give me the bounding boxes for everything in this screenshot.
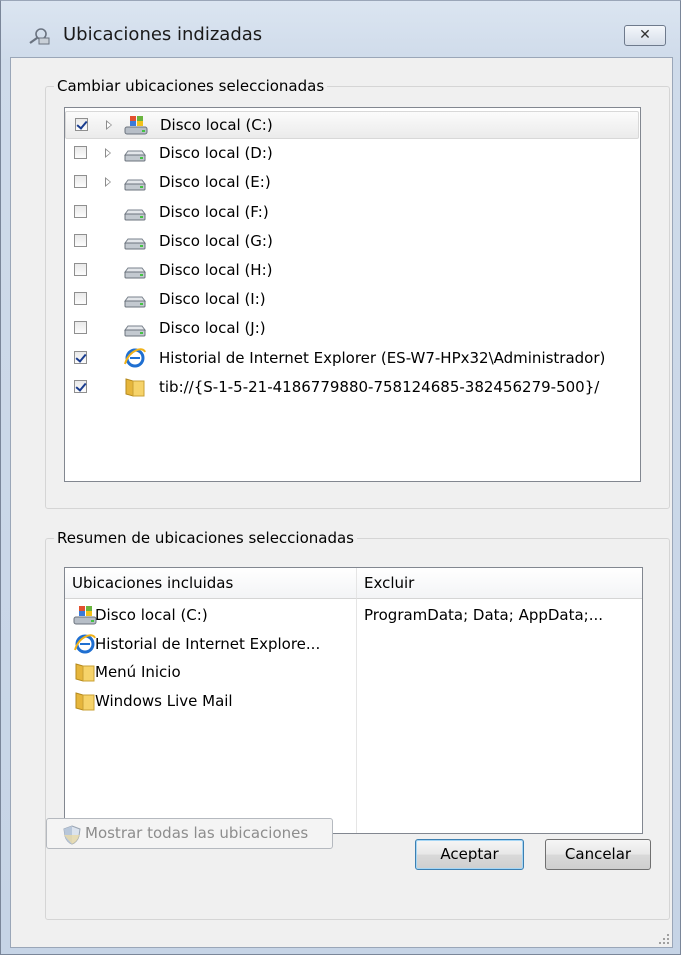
column-header-exclude[interactable]: Excluir xyxy=(356,568,642,599)
location-item[interactable]: Disco local (F:) xyxy=(65,199,639,227)
uac-shield-icon xyxy=(63,825,81,845)
windows-drive-icon xyxy=(73,605,97,625)
internet-explorer-icon xyxy=(73,633,96,654)
location-label: Disco local (I:) xyxy=(159,290,266,309)
locations-tree[interactable]: Disco local (C:) Disco local (D:) Disco lo… xyxy=(64,107,641,482)
indexed-locations-dialog: Ubicaciones indizadas ✕ Cambiar ubicacio… xyxy=(0,0,681,955)
expand-arrow-icon[interactable] xyxy=(105,148,111,159)
location-checkbox[interactable] xyxy=(74,379,87,393)
folder-icon xyxy=(123,377,147,397)
window-title: Ubicaciones indizadas xyxy=(63,24,263,45)
summary-row[interactable]: Windows Live Mail xyxy=(73,689,353,717)
column-divider xyxy=(356,599,357,833)
location-label: Disco local (G:) xyxy=(159,231,273,250)
summary-included-label: Disco local (C:) xyxy=(95,606,208,624)
location-item[interactable]: Disco local (G:) xyxy=(65,228,639,256)
resize-grip-icon[interactable] xyxy=(658,933,670,945)
location-item[interactable]: Disco local (I:) xyxy=(65,286,639,314)
dialog-client-area: Cambiar ubicaciones seleccionadas Disco … xyxy=(10,57,673,948)
change-locations-group-label: Cambiar ubicaciones seleccionadas xyxy=(54,77,328,95)
location-checkbox[interactable] xyxy=(74,321,87,335)
folder-icon xyxy=(73,691,95,711)
expand-arrow-icon[interactable] xyxy=(105,177,111,188)
column-header-included[interactable]: Ubicaciones incluidas xyxy=(65,568,356,599)
drive-icon xyxy=(123,318,147,338)
location-label: Disco local (H:) xyxy=(159,261,273,279)
location-item[interactable]: Disco local (D:) xyxy=(65,140,639,168)
location-checkbox[interactable] xyxy=(74,350,87,364)
location-checkbox[interactable] xyxy=(74,146,87,160)
location-item[interactable]: Disco local (E:) xyxy=(65,169,639,197)
title-bar[interactable]: Ubicaciones indizadas ✕ xyxy=(1,1,680,57)
summary-group-label: Resumen de ubicaciones seleccionadas xyxy=(54,529,357,547)
location-label: Disco local (D:) xyxy=(159,144,273,163)
location-checkbox[interactable] xyxy=(74,233,87,247)
close-button[interactable]: ✕ xyxy=(624,25,666,46)
drive-icon xyxy=(123,143,147,163)
windows-drive-icon xyxy=(124,115,148,135)
location-label: Disco local (F:) xyxy=(159,202,269,221)
summary-row[interactable]: Disco local (C:) xyxy=(73,603,353,631)
close-icon: ✕ xyxy=(639,27,651,43)
summary-exclude-label: ProgramData; Data; AppData;... xyxy=(364,606,604,624)
cancel-button-label: Cancelar xyxy=(564,845,632,863)
summary-list[interactable]: Ubicaciones incluidas Excluir Disco loca… xyxy=(64,567,643,834)
ok-button-label: Aceptar xyxy=(440,845,499,863)
location-label: tib://{S-1-5-21-4186779880-758124685-382… xyxy=(159,377,600,396)
summary-row[interactable]: Menú Inicio xyxy=(73,660,353,688)
ok-button[interactable]: Aceptar xyxy=(415,839,524,870)
summary-included-label: Menú Inicio xyxy=(95,663,181,681)
location-checkbox[interactable] xyxy=(74,204,87,218)
location-label: Disco local (C:) xyxy=(160,116,273,134)
folder-icon xyxy=(73,662,95,682)
location-label: Disco local (J:) xyxy=(159,319,266,338)
location-checkbox[interactable] xyxy=(74,175,87,189)
drive-icon xyxy=(123,202,147,222)
location-item[interactable]: Historial de Internet Explorer (ES-W7-HP… xyxy=(65,345,639,373)
drive-icon xyxy=(123,231,147,251)
location-item[interactable]: Disco local (J:) xyxy=(65,315,639,343)
indexing-options-icon xyxy=(29,28,50,45)
location-label: Historial de Internet Explorer (ES-W7-HP… xyxy=(159,348,606,367)
location-item[interactable]: tib://{S-1-5-21-4186779880-758124685-382… xyxy=(65,374,639,402)
show-all-locations-button[interactable]: Mostrar todas las ubicaciones xyxy=(46,818,333,849)
expand-arrow-icon[interactable] xyxy=(106,120,112,130)
show-all-locations-label: Mostrar todas las ubicaciones xyxy=(85,824,309,842)
location-item[interactable]: Disco local (H:) xyxy=(65,257,639,285)
location-item[interactable]: Disco local (C:) xyxy=(65,111,639,139)
location-checkbox[interactable] xyxy=(74,292,87,306)
location-label: Disco local (E:) xyxy=(159,173,271,192)
location-checkbox[interactable] xyxy=(74,263,87,276)
column-header-included-label: Ubicaciones incluidas xyxy=(72,574,234,592)
summary-included-label: Windows Live Mail xyxy=(95,691,233,710)
location-checkbox[interactable] xyxy=(75,118,88,131)
summary-row[interactable]: Historial de Internet Explore... xyxy=(73,632,353,660)
cancel-button[interactable]: Cancelar xyxy=(545,839,651,870)
internet-explorer-icon xyxy=(123,347,147,368)
drive-icon xyxy=(123,289,147,309)
drive-icon xyxy=(123,260,147,280)
summary-included-label: Historial de Internet Explore... xyxy=(95,634,321,653)
column-header-exclude-label: Excluir xyxy=(364,574,415,592)
drive-icon xyxy=(123,172,147,192)
